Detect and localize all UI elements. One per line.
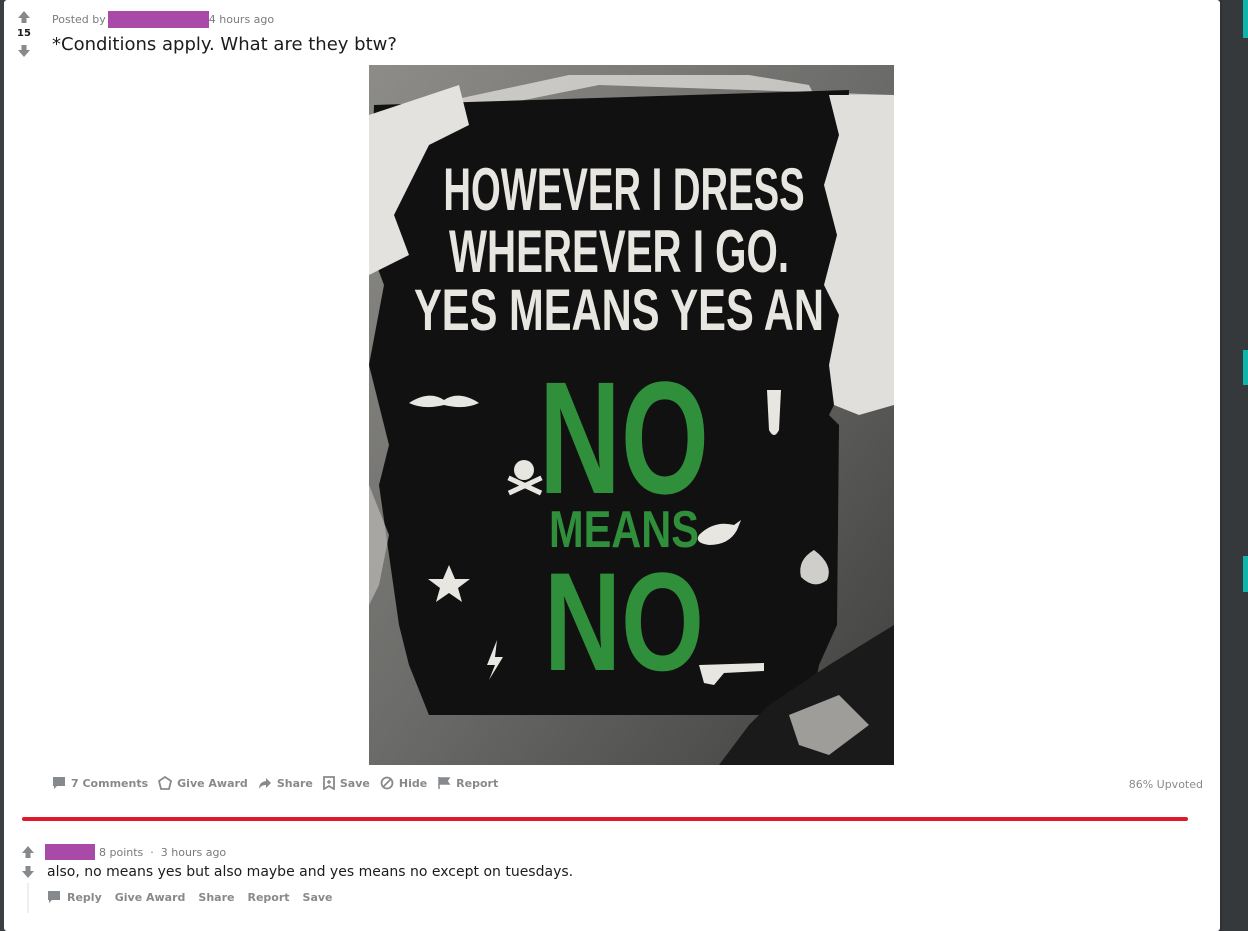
comments-button[interactable]: 7 Comments bbox=[52, 776, 148, 790]
report-icon bbox=[438, 777, 451, 789]
post-action-bar: 7 Comments Give Award Share Save Hide Re… bbox=[52, 776, 508, 790]
comment-icon bbox=[53, 777, 65, 789]
meta-separator: · bbox=[150, 845, 154, 859]
redacted-commenter[interactable] bbox=[45, 844, 95, 860]
redacted-username[interactable] bbox=[107, 11, 209, 28]
comment-icon bbox=[48, 891, 60, 903]
post-image[interactable]: HOWEVER I DRESS WHEREVER I GO. YES MEANS… bbox=[369, 65, 894, 765]
sidebar-accent-1 bbox=[1243, 0, 1248, 38]
share-button[interactable]: Share bbox=[258, 776, 313, 790]
downvote-icon[interactable] bbox=[17, 44, 31, 58]
sidebar-accent-3 bbox=[1243, 556, 1248, 592]
poster-line-2: WHEREVER I GO. bbox=[449, 218, 789, 285]
poster-line-1: HOWEVER I DRESS bbox=[443, 155, 804, 223]
give-award-button[interactable]: Give Award bbox=[158, 776, 248, 790]
save-icon bbox=[322, 776, 335, 790]
downvote-icon[interactable] bbox=[21, 865, 35, 879]
poster-line-3: YES MEANS YES AN bbox=[414, 278, 824, 343]
post-meta: Posted by 4 hours ago bbox=[52, 11, 274, 28]
give-award-label: Give Award bbox=[177, 776, 248, 790]
bomb-icon bbox=[767, 390, 781, 435]
poster-line-6: NO bbox=[544, 543, 704, 700]
hide-icon bbox=[380, 776, 394, 790]
post-title[interactable]: *Conditions apply. What are they btw? bbox=[52, 34, 397, 55]
report-label: Report bbox=[456, 776, 499, 790]
report-button[interactable]: Report bbox=[247, 891, 289, 904]
post-vote-column: 15 bbox=[12, 10, 36, 58]
comment-vote-column bbox=[20, 845, 36, 879]
comments-divider bbox=[22, 817, 1188, 821]
sidebar-accent-2 bbox=[1243, 350, 1248, 385]
report-button[interactable]: Report bbox=[437, 776, 498, 790]
share-label: Share bbox=[276, 776, 313, 790]
save-button[interactable]: Save bbox=[322, 776, 370, 790]
save-label: Save bbox=[339, 776, 370, 790]
upvote-icon[interactable] bbox=[17, 10, 31, 24]
give-award-button[interactable]: Give Award bbox=[115, 891, 186, 904]
save-button[interactable]: Save bbox=[303, 891, 333, 904]
post-card: 15 Posted by 4 hours ago *Conditions app… bbox=[4, 0, 1220, 931]
reply-button[interactable]: Reply bbox=[67, 891, 102, 904]
page-right-gutter bbox=[1222, 0, 1248, 931]
post-score: 15 bbox=[17, 28, 31, 39]
poster-svg: HOWEVER I DRESS WHEREVER I GO. YES MEANS… bbox=[369, 65, 894, 765]
comment-points: 8 points bbox=[99, 845, 144, 859]
comment-meta: 8 points · 3 hours ago bbox=[45, 844, 226, 860]
comment-thread-line[interactable] bbox=[27, 883, 29, 913]
share-icon bbox=[258, 778, 271, 789]
hide-button[interactable]: Hide bbox=[380, 776, 427, 790]
comment-time[interactable]: 3 hours ago bbox=[161, 846, 226, 859]
hide-label: Hide bbox=[398, 776, 428, 790]
comment-action-bar: Reply Give Award Share Report Save bbox=[47, 890, 346, 904]
comments-label: 7 Comments bbox=[71, 776, 149, 790]
award-icon bbox=[158, 776, 173, 790]
comment-body: also, no means yes but also maybe and ye… bbox=[47, 864, 574, 880]
upvote-ratio: 86% Upvoted bbox=[1128, 778, 1203, 791]
post-time[interactable]: 4 hours ago bbox=[209, 13, 274, 26]
share-button[interactable]: Share bbox=[198, 891, 234, 904]
upvote-icon[interactable] bbox=[21, 845, 35, 859]
posted-by-label: Posted by bbox=[52, 13, 106, 26]
